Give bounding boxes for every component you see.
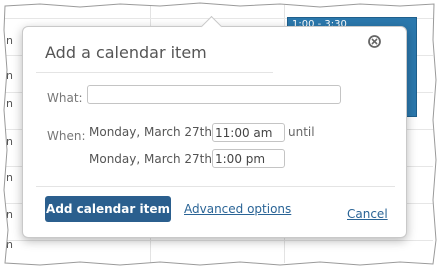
add-calendar-item-popup: Add a calendar item What: When: Monday, … [22,15,407,238]
start-time-input[interactable] [212,123,285,142]
calendar-hour-label: n [6,69,13,82]
calendar-hour-label: n [6,208,13,221]
what-input[interactable] [87,85,341,104]
calendar-hour-label: n [6,171,13,184]
title-divider [36,72,273,73]
until-label: until [288,125,315,139]
close-icon[interactable] [368,35,381,48]
add-calendar-item-button[interactable]: Add calendar item [45,196,171,222]
calendar-hour-line [5,240,433,241]
footer-divider [36,186,395,187]
end-date: Monday, March 27th [89,152,212,166]
end-time-input[interactable] [212,149,285,168]
calendar-hour-label: n [6,135,13,148]
calendar-hour-label: n [6,97,13,110]
popup-title: Add a calendar item [45,43,207,62]
what-label: What: [47,91,83,105]
start-date: Monday, March 27th [89,125,212,139]
advanced-options-link[interactable]: Advanced options [184,202,291,216]
cancel-link[interactable]: Cancel [347,207,388,221]
calendar-hour-label: n [6,34,13,47]
calendar-hour-label: n [6,238,13,251]
when-label: When: [47,129,86,143]
screenshot: n n n n n n n 1:00 - 3:30 Add a calendar… [0,0,441,271]
